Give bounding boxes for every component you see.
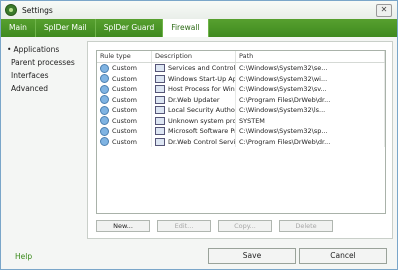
- help-link[interactable]: Help: [15, 252, 32, 261]
- cancel-button[interactable]: Cancel: [299, 248, 387, 264]
- path-cell: C:\Program Files\DrWeb\dr...: [236, 136, 385, 147]
- window-title: Settings: [22, 5, 53, 15]
- column-rule-type[interactable]: Rule type: [97, 51, 152, 62]
- table-row[interactable]: Custom Dr.Web Updater C:\Program Files\D…: [97, 94, 385, 105]
- description-cell: Host Process for Windo...: [152, 84, 236, 95]
- drweb-spider-icon: [5, 4, 17, 16]
- path-cell: SYSTEM: [236, 115, 385, 126]
- title-bar: Settings ✕: [1, 1, 397, 19]
- column-description[interactable]: Description: [152, 51, 236, 62]
- description-cell: Dr.Web Updater: [152, 94, 236, 105]
- delete-rule-button[interactable]: Delete: [279, 220, 333, 232]
- table-row[interactable]: Custom Microsoft Software Prot... C:\Win…: [97, 126, 385, 137]
- sidebar-item-advanced[interactable]: Advanced: [7, 82, 87, 95]
- path-cell: C:\Program Files\DrWeb\dr...: [236, 94, 385, 105]
- tab-bar: Main SpIDer Mail SpIDer Guard Firewall: [1, 19, 397, 37]
- column-path[interactable]: Path: [236, 51, 385, 62]
- rule-type-text: Custom: [112, 116, 137, 125]
- table-row[interactable]: Custom Unknown system process SYSTEM: [97, 115, 385, 126]
- rule-type-cell: Custom: [97, 94, 152, 105]
- custom-rule-icon: [100, 126, 109, 136]
- description-text: Local Security Authority ...: [168, 106, 235, 114]
- table-row[interactable]: Custom Host Process for Windo... C:\Wind…: [97, 84, 385, 95]
- path-cell: C:\Windows\System32\sp...: [236, 126, 385, 137]
- sidebar: Applications Parent processes Interfaces…: [7, 43, 87, 95]
- table-row[interactable]: Custom Local Security Authority ... C:\W…: [97, 105, 385, 116]
- rule-type-text: Custom: [112, 64, 137, 72]
- rule-type-cell: Custom: [97, 105, 152, 116]
- edit-rule-button[interactable]: Edit...: [157, 220, 211, 232]
- application-icon: [155, 127, 165, 136]
- sidebar-item-applications[interactable]: Applications: [7, 43, 87, 56]
- custom-rule-icon: [100, 137, 109, 147]
- rule-type-cell: Custom: [97, 136, 152, 147]
- rule-type-cell: Custom: [97, 126, 152, 137]
- table-row[interactable]: Custom Services and Controller ... C:\Wi…: [97, 63, 385, 74]
- path-cell: C:\Windows\System32\sv...: [236, 84, 385, 95]
- application-icon: [155, 85, 165, 94]
- sidebar-item-interfaces[interactable]: Interfaces: [7, 69, 87, 82]
- custom-rule-icon: [100, 116, 109, 126]
- new-rule-button[interactable]: New...: [96, 220, 150, 232]
- description-text: Services and Controller ...: [168, 64, 236, 72]
- description-cell: Services and Controller ...: [152, 63, 236, 74]
- application-icon: [155, 106, 165, 115]
- description-cell: Windows Start-Up Appli...: [152, 73, 236, 84]
- rule-type-cell: Custom: [97, 63, 152, 74]
- description-text: Microsoft Software Prot...: [168, 127, 235, 135]
- rule-type-text: Custom: [112, 85, 137, 93]
- description-cell: Unknown system process: [152, 115, 236, 126]
- rule-type-cell: Custom: [97, 73, 152, 84]
- custom-rule-icon: [100, 74, 109, 84]
- description-cell: Dr.Web Control Service: [152, 136, 236, 147]
- rule-actions: New... Edit... Copy... Delete: [96, 220, 333, 232]
- description-cell: Microsoft Software Prot...: [152, 126, 236, 137]
- sidebar-item-parent-processes[interactable]: Parent processes: [7, 56, 87, 69]
- settings-window: Settings ✕ Main SpIDer Mail SpIDer Guard…: [0, 0, 398, 270]
- table-row[interactable]: Custom Dr.Web Control Service C:\Program…: [97, 136, 385, 147]
- description-text: Dr.Web Control Service: [168, 137, 236, 146]
- tab-spider-guard[interactable]: SpIDer Guard: [96, 19, 164, 37]
- custom-rule-icon: [100, 84, 109, 94]
- application-icon: [155, 137, 165, 146]
- description-text: Unknown system process: [168, 116, 236, 125]
- table-row[interactable]: Custom Windows Start-Up Appli... C:\Wind…: [97, 73, 385, 84]
- path-cell: C:\Windows\System32\se...: [236, 63, 385, 74]
- rule-type-cell: Custom: [97, 84, 152, 95]
- rule-type-text: Custom: [112, 74, 137, 83]
- applications-panel: Rule type Description Path Custom Servic…: [87, 41, 393, 239]
- application-icon: [155, 74, 165, 83]
- tab-spider-mail[interactable]: SpIDer Mail: [36, 19, 96, 37]
- description-cell: Local Security Authority ...: [152, 105, 236, 116]
- table-header: Rule type Description Path: [97, 51, 385, 63]
- path-cell: C:\Windows\System32\ls...: [236, 105, 385, 116]
- tab-firewall[interactable]: Firewall: [163, 19, 209, 37]
- custom-rule-icon: [100, 105, 109, 115]
- path-cell: C:\Windows\System32\wi...: [236, 73, 385, 84]
- description-text: Windows Start-Up Appli...: [168, 74, 236, 83]
- save-button[interactable]: Save: [208, 248, 296, 264]
- custom-rule-icon: [100, 63, 109, 73]
- rules-table: Rule type Description Path Custom Servic…: [96, 50, 386, 214]
- tab-main[interactable]: Main: [1, 19, 36, 37]
- description-text: Dr.Web Updater: [168, 95, 220, 104]
- application-icon: [155, 116, 165, 125]
- rule-type-text: Custom: [112, 137, 137, 146]
- copy-rule-button[interactable]: Copy...: [218, 220, 272, 232]
- rule-type-cell: Custom: [97, 115, 152, 126]
- application-icon: [155, 95, 165, 104]
- rule-type-text: Custom: [112, 95, 137, 104]
- description-text: Host Process for Windo...: [168, 85, 235, 93]
- rule-type-text: Custom: [112, 127, 137, 135]
- application-icon: [155, 64, 165, 73]
- custom-rule-icon: [100, 95, 109, 105]
- close-icon[interactable]: ✕: [376, 4, 392, 17]
- rule-type-text: Custom: [112, 106, 137, 114]
